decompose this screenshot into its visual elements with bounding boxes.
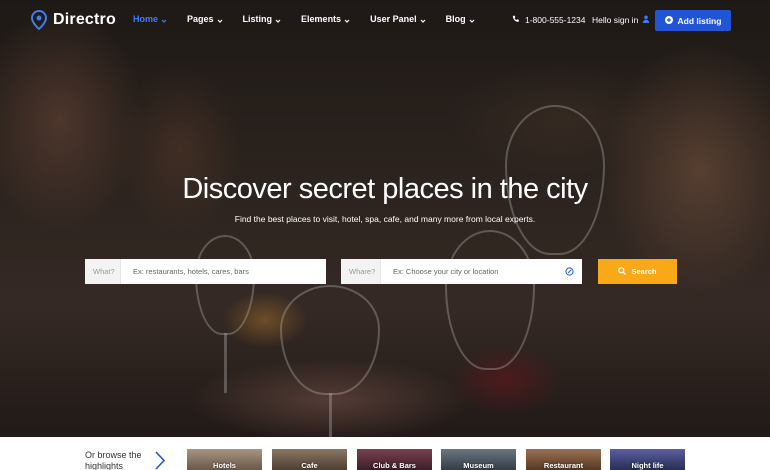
add-listing-label: Add listing: [677, 15, 722, 26]
hero-subline: Find the best places to visit, hotel, sp…: [234, 214, 536, 224]
where-label: Whare?: [341, 259, 381, 284]
category-label: Hotels: [213, 461, 236, 470]
chevron-down-icon: [469, 16, 475, 23]
category-label: Museum: [463, 461, 494, 470]
browse-text: Or browse the highlights: [85, 450, 142, 470]
nav-item-label: Elements: [301, 14, 342, 24]
brand-name: Directro: [53, 11, 116, 28]
user-icon: [642, 15, 650, 25]
category-restaurant[interactable]: Restaurant: [526, 449, 601, 470]
nav-item-label: User Panel: [370, 14, 417, 24]
phone-contact[interactable]: 1-800-555-1234: [512, 15, 586, 25]
nav-item-label: Listing: [242, 14, 273, 24]
nav-item-home[interactable]: Home: [133, 14, 167, 24]
search-icon: [618, 266, 627, 277]
logo[interactable]: Directro: [30, 9, 116, 31]
nav-item-pages[interactable]: Pages: [187, 14, 223, 24]
category-label: Restaurant: [543, 461, 584, 470]
browse-highlights-bar: Or browse the highlights Hotels Cafe Clu…: [0, 437, 770, 470]
nav-item-user-panel[interactable]: User Panel: [370, 14, 426, 24]
category-hotels[interactable]: Hotels: [187, 449, 262, 470]
nav-item-label: Blog: [445, 14, 466, 24]
search-button-label: Search: [631, 267, 657, 276]
what-label: What?: [85, 259, 121, 284]
phone-icon: [512, 15, 520, 25]
what-input[interactable]: [121, 267, 326, 276]
category-museum[interactable]: Museum: [441, 449, 516, 470]
category-label: Club & Bars: [373, 461, 416, 470]
chevron-down-icon: [217, 16, 223, 23]
category-club-bars[interactable]: Club & Bars: [357, 449, 432, 470]
category-label: Night life: [631, 461, 664, 470]
chevron-down-icon: [161, 16, 167, 23]
chevron-down-icon: [420, 16, 426, 23]
plus-circle-icon: [664, 15, 673, 26]
where-input[interactable]: [381, 267, 565, 276]
chevron-down-icon: [275, 16, 281, 23]
category-label: Cafe: [301, 461, 318, 470]
add-listing-button[interactable]: Add listing: [655, 10, 731, 31]
what-search-field[interactable]: What?: [85, 259, 326, 284]
nav-item-elements[interactable]: Elements: [301, 14, 350, 24]
hero-headline: Discover secret places in the city: [182, 173, 588, 205]
chevron-right-icon[interactable]: [154, 451, 166, 470]
sign-in-link[interactable]: Hello sign in: [592, 15, 650, 25]
map-pin-icon: [30, 9, 48, 31]
main-menu: Home Pages Listing Elements User Panel B…: [133, 14, 475, 24]
category-cafe[interactable]: Cafe: [272, 449, 347, 470]
nav-item-blog[interactable]: Blog: [446, 14, 475, 24]
top-navigation: Directro Home Pages Listing Elements Use…: [0, 0, 770, 42]
category-night-life[interactable]: Night life: [610, 449, 685, 470]
where-search-field[interactable]: Whare?: [341, 259, 582, 284]
search-button[interactable]: Search: [598, 259, 677, 284]
phone-number: 1-800-555-1234: [525, 15, 586, 25]
nav-item-label: Home: [133, 14, 159, 24]
chevron-down-icon: [344, 16, 350, 23]
nav-item-label: Pages: [187, 14, 214, 24]
nav-item-listing[interactable]: Listing: [243, 14, 282, 24]
sign-in-label: Hello sign in: [592, 15, 639, 25]
locate-icon[interactable]: [565, 267, 574, 276]
